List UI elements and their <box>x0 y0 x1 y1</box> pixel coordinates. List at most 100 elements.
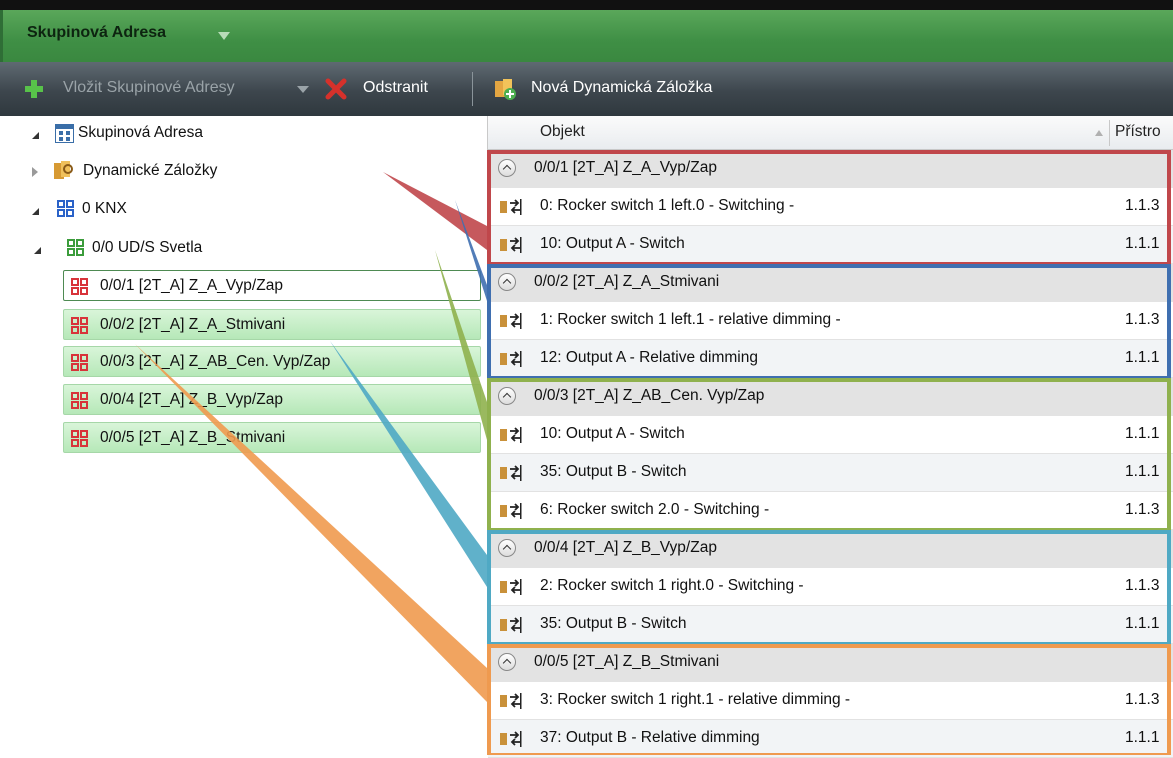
tree-dynamic-label: Dynamické Záložky <box>83 162 218 179</box>
object-name: 3: Rocker switch 1 right.1 - relative di… <box>540 691 851 708</box>
group-address-label: 0/0/1 [2T_A] Z_A_Vyp/Zap <box>100 277 283 294</box>
sort-ascending-icon[interactable] <box>1095 130 1103 136</box>
device-address: 1.1.3 <box>1125 577 1160 594</box>
delete-x-icon[interactable] <box>325 78 347 100</box>
device-address: 1.1.3 <box>1125 311 1160 328</box>
object-name: 10: Output A - Switch <box>540 235 685 252</box>
tree-item-group-address[interactable]: 0/0/4 [2T_A] Z_B_Vyp/Zap <box>63 384 481 415</box>
column-divider[interactable] <box>1109 120 1110 146</box>
plus-icon[interactable] <box>24 79 44 99</box>
device-address: 1.1.1 <box>1125 425 1160 442</box>
group-address-icon <box>71 392 89 414</box>
toolbar: Vložit Skupinové Adresy Odstranit Nová D… <box>0 62 1173 116</box>
table-row[interactable]: 35: Output B - Switch 1.1.1 <box>488 606 1173 644</box>
objects-table: Objekt Přístro 0/0/1 [2T_A] Z_A_Vyp/Zap 0… <box>487 116 1173 758</box>
table-row[interactable]: 2: Rocker switch 1 right.0 - Switching -… <box>488 568 1173 606</box>
group-object-icon <box>500 465 522 481</box>
table-row[interactable]: 10: Output A - Switch 1.1.1 <box>488 416 1173 454</box>
new-dynamic-tab-button[interactable]: Nová Dynamická Záložka <box>531 79 712 97</box>
tree-item-group-address[interactable]: 0/0/5 [2T_A] Z_B_Stmivani <box>63 422 481 453</box>
group-object-icon <box>500 503 522 519</box>
table-group-row[interactable]: 0/0/1 [2T_A] Z_A_Vyp/Zap <box>488 150 1173 188</box>
device-address: 1.1.1 <box>1125 463 1160 480</box>
device-address: 1.1.3 <box>1125 691 1160 708</box>
column-header-device[interactable]: Přístro <box>1115 123 1161 141</box>
chevron-down-icon[interactable] <box>297 86 309 93</box>
table-group-row[interactable]: 0/0/5 [2T_A] Z_B_Stmivani <box>488 644 1173 682</box>
group-object-icon <box>500 427 522 443</box>
group-address-tree: Skupinová Adresa Dynamické Záložky 0 KNX… <box>0 116 487 755</box>
delete-button[interactable]: Odstranit <box>363 79 428 97</box>
table-group-row[interactable]: 0/0/2 [2T_A] Z_A_Stmivani <box>488 264 1173 302</box>
device-address: 1.1.3 <box>1125 501 1160 518</box>
group-address-icon <box>71 354 89 376</box>
bookmark-folder-icon <box>52 160 76 182</box>
table-row[interactable]: 12: Output A - Relative dimming 1.1.1 <box>488 340 1173 378</box>
table-row[interactable]: 6: Rocker switch 2.0 - Switching - 1.1.3 <box>488 492 1173 530</box>
tree-root-label: Skupinová Adresa <box>78 124 203 141</box>
table-row[interactable]: 3: Rocker switch 1 right.1 - relative di… <box>488 682 1173 720</box>
group-object-icon <box>500 617 522 633</box>
object-name: 35: Output B - Switch <box>540 615 687 632</box>
tree-item-middle-group[interactable]: 0/0 UD/S Svetla <box>0 237 480 271</box>
panel-title-bar[interactable]: Skupinová Adresa <box>0 10 1173 62</box>
group-object-icon <box>500 313 522 329</box>
group-object-icon <box>500 351 522 367</box>
new-bookmark-folder-icon[interactable] <box>494 77 518 101</box>
table-row[interactable]: 35: Output B - Switch 1.1.1 <box>488 454 1173 492</box>
object-name: 35: Output B - Switch <box>540 463 687 480</box>
group-object-icon <box>500 579 522 595</box>
panel-menu-chevron-icon[interactable] <box>218 32 230 40</box>
table-row[interactable]: 37: Output B - Relative dimming 1.1.1 <box>488 720 1173 758</box>
column-header-object[interactable]: Objekt <box>540 123 585 141</box>
tree-item-root[interactable]: Skupinová Adresa <box>0 122 480 156</box>
expanded-arrow-icon[interactable] <box>34 247 41 254</box>
main-group-icon <box>57 200 75 223</box>
collapsed-arrow-icon[interactable] <box>32 167 38 177</box>
toolbar-divider <box>472 72 473 106</box>
expanded-arrow-icon[interactable] <box>32 208 39 215</box>
tree-item-group-address[interactable]: 0/0/2 [2T_A] Z_A_Stmivani <box>63 309 481 340</box>
group-row-label: 0/0/5 [2T_A] Z_B_Stmivani <box>534 653 720 670</box>
collapse-group-icon[interactable] <box>498 387 516 405</box>
table-row[interactable]: 10: Output A - Switch 1.1.1 <box>488 226 1173 264</box>
collapse-group-icon[interactable] <box>498 653 516 671</box>
panel-title: Skupinová Adresa <box>27 24 167 41</box>
expanded-arrow-icon[interactable] <box>32 132 39 139</box>
table-row[interactable]: 0: Rocker switch 1 left.0 - Switching - 1… <box>488 188 1173 226</box>
device-address: 1.1.1 <box>1125 235 1160 252</box>
group-object-icon <box>500 731 522 747</box>
group-address-icon <box>71 430 89 452</box>
table-header: Objekt Přístro <box>488 116 1173 150</box>
tree-knx-label: 0 KNX <box>82 200 127 217</box>
table-group-row[interactable]: 0/0/4 [2T_A] Z_B_Vyp/Zap <box>488 530 1173 568</box>
tree-item-group-address[interactable]: 0/0/1 [2T_A] Z_A_Vyp/Zap <box>63 270 481 301</box>
tree-middle-label: 0/0 UD/S Svetla <box>92 239 203 256</box>
group-address-icon <box>71 278 89 300</box>
tree-item-dynamic-bookmarks[interactable]: Dynamické Záložky <box>0 160 480 194</box>
group-address-label: 0/0/5 [2T_A] Z_B_Stmivani <box>100 429 286 446</box>
group-address-label: 0/0/2 [2T_A] Z_A_Stmivani <box>100 316 286 333</box>
insert-group-addresses-button[interactable]: Vložit Skupinové Adresy <box>63 79 235 97</box>
collapse-group-icon[interactable] <box>498 159 516 177</box>
device-address: 1.1.3 <box>1125 197 1160 214</box>
group-object-icon <box>500 237 522 253</box>
object-name: 6: Rocker switch 2.0 - Switching - <box>540 501 770 518</box>
tree-item-group-address[interactable]: 0/0/3 [2T_A] Z_AB_Cen. Vyp/Zap <box>63 346 481 377</box>
device-address: 1.1.1 <box>1125 615 1160 632</box>
device-address: 1.1.1 <box>1125 729 1160 746</box>
collapse-group-icon[interactable] <box>498 273 516 291</box>
group-address-label: 0/0/3 [2T_A] Z_AB_Cen. Vyp/Zap <box>100 353 331 370</box>
group-address-icon <box>71 317 89 339</box>
group-object-icon <box>500 199 522 215</box>
main-area: Skupinová Adresa Dynamické Záložky 0 KNX… <box>0 116 1173 758</box>
object-name: 12: Output A - Relative dimming <box>540 349 758 366</box>
collapse-group-icon[interactable] <box>498 539 516 557</box>
table-row[interactable]: 1: Rocker switch 1 left.1 - relative dim… <box>488 302 1173 340</box>
window-top-edge <box>0 0 1173 10</box>
object-name: 1: Rocker switch 1 left.1 - relative dim… <box>540 311 841 328</box>
tree-item-knx[interactable]: 0 KNX <box>0 198 480 232</box>
group-row-label: 0/0/1 [2T_A] Z_A_Vyp/Zap <box>534 159 717 176</box>
table-group-row[interactable]: 0/0/3 [2T_A] Z_AB_Cen. Vyp/Zap <box>488 378 1173 416</box>
device-address: 1.1.1 <box>1125 349 1160 366</box>
